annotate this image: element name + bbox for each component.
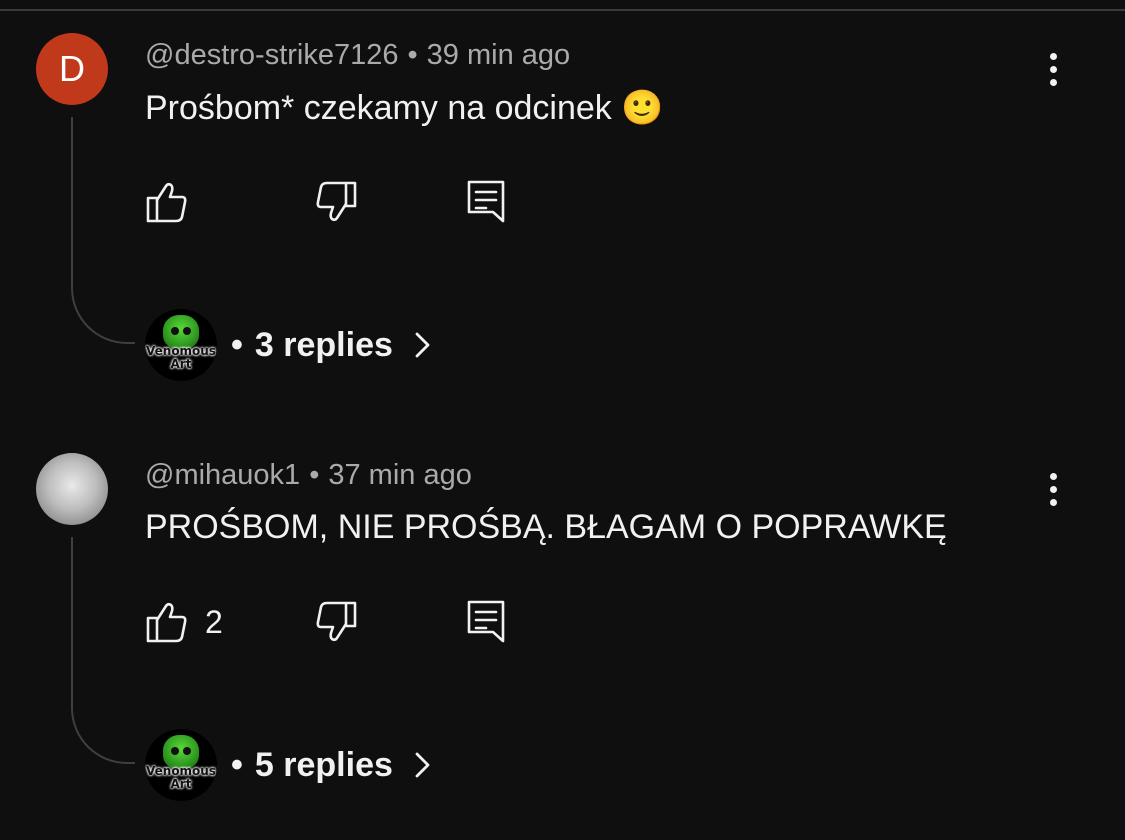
comment-author[interactable]: @mihauok1	[145, 459, 300, 491]
reply-comment-icon	[467, 600, 505, 643]
thumbs-up-icon	[146, 602, 187, 643]
avatar[interactable]	[36, 453, 108, 525]
chevron-right-icon[interactable]	[411, 330, 433, 360]
comment-timestamp: 37 min ago	[328, 459, 472, 491]
avatar-brand-text: Venomous Art	[146, 764, 216, 791]
dislike-button[interactable]	[314, 600, 358, 644]
avatar: Venomous Art	[145, 309, 217, 381]
comment-thread: @mihauok1 • 37 min ago PROŚBOM, NIE PROŚBĄ…	[0, 420, 1125, 840]
replies-count[interactable]: • 5 replies	[231, 746, 393, 785]
view-replies-button[interactable]: Venomous Art • 5 replies	[145, 729, 433, 801]
reply-button[interactable]	[464, 600, 508, 644]
thread-connector-line	[71, 537, 135, 764]
avatar: Venomous Art	[145, 729, 217, 801]
comment-meta: @mihauok1 • 37 min ago	[145, 459, 472, 492]
comment-meta: @destro-strike7126 • 39 min ago	[145, 39, 570, 72]
thumbs-down-icon	[316, 601, 357, 642]
comment-thread: D @destro-strike7126 • 39 min ago Prośbom*…	[0, 0, 1125, 420]
more-vert-icon[interactable]	[1033, 44, 1073, 94]
dislike-button[interactable]	[314, 180, 358, 224]
comment-text: Prośbom* czekamy na odcinek 🙂	[145, 89, 664, 127]
meta-separator: •	[407, 39, 418, 71]
chevron-right-icon[interactable]	[411, 750, 433, 780]
thumbs-up-icon	[146, 182, 187, 223]
like-count: 2	[205, 604, 223, 640]
replies-count[interactable]: • 3 replies	[231, 326, 393, 365]
avatar-brand-text: Venomous Art	[146, 344, 216, 371]
thread-connector-line	[71, 117, 135, 344]
reply-comment-icon	[467, 180, 505, 223]
thumbs-down-icon	[316, 181, 357, 222]
more-vert-icon[interactable]	[1033, 464, 1073, 514]
avatar[interactable]: D	[36, 33, 108, 105]
comment-timestamp: 39 min ago	[426, 39, 571, 71]
like-button[interactable]	[145, 600, 189, 644]
view-replies-button[interactable]: Venomous Art • 3 replies	[145, 309, 433, 381]
meta-separator: •	[309, 459, 320, 491]
comment-text: PROŚBOM, NIE PROŚBĄ. BŁAGAM O POPRAWKĘ	[145, 508, 947, 546]
reply-button[interactable]	[464, 180, 508, 224]
like-button[interactable]	[145, 180, 189, 224]
comment-author[interactable]: @destro-strike7126	[145, 39, 399, 71]
